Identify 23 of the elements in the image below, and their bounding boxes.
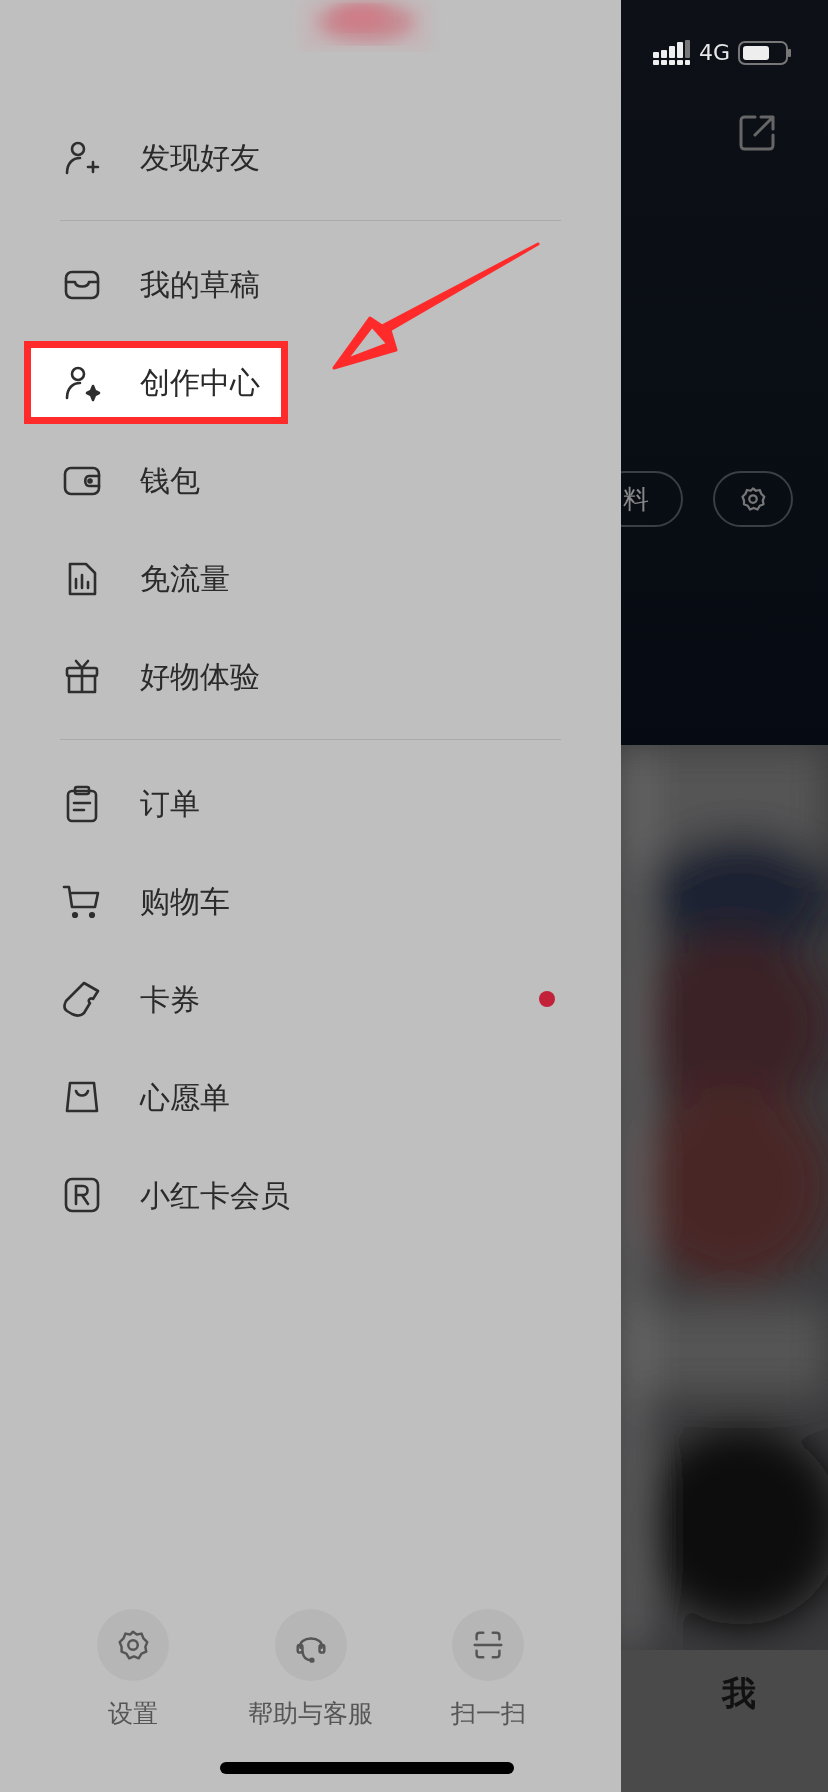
menu-item[interactable]: 发现好友 bbox=[140, 134, 260, 180]
menu-item[interactable]: 订单 bbox=[140, 780, 200, 826]
battery-icon bbox=[738, 39, 793, 66]
menu-item[interactable]: 好物体验 bbox=[140, 653, 260, 699]
network-type: 4G bbox=[699, 39, 731, 67]
menu-item[interactable]: 卡券 bbox=[140, 976, 200, 1022]
menu-item[interactable]: 小红卡会员 bbox=[140, 1172, 290, 1218]
menu-item[interactable]: 免流量 bbox=[140, 555, 230, 601]
footer-label[interactable]: 扫一扫 bbox=[450, 1694, 526, 1732]
settings-icon bbox=[738, 484, 768, 514]
share-icon[interactable] bbox=[737, 113, 777, 153]
footer-label[interactable]: 帮助与客服 bbox=[248, 1694, 373, 1732]
menu-item[interactable]: 购物车 bbox=[140, 878, 230, 924]
footer-label[interactable]: 设置 bbox=[108, 1694, 158, 1732]
menu-item[interactable]: 钱包 bbox=[140, 457, 200, 503]
ticket-icon bbox=[62, 979, 102, 1019]
menu-item[interactable]: 我的草稿 bbox=[140, 261, 260, 307]
edit-profile-button[interactable]: 料 bbox=[621, 471, 683, 527]
member-r-icon bbox=[62, 1175, 102, 1215]
menu-item[interactable]: 心愿单 bbox=[140, 1074, 230, 1120]
menu-item[interactable]: 创作中心 bbox=[140, 359, 260, 405]
settings-button[interactable] bbox=[713, 471, 793, 527]
signal-icon bbox=[653, 39, 691, 66]
